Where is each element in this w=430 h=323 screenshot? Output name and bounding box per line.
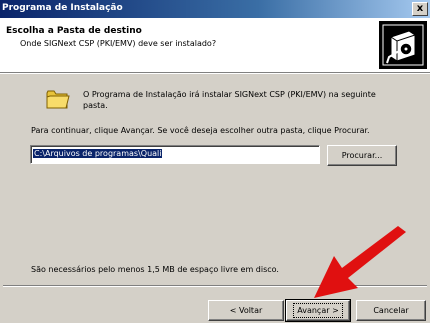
back-button[interactable]: < Voltar [208,300,284,321]
page-title: Escolha a Pasta de destino [6,26,142,36]
red-arrow-annotation [314,226,406,298]
browse-button[interactable]: Procurar... [327,145,397,166]
page-subtitle: Onde SIGNext CSP (PKI/EMV) deve ser inst… [20,39,217,48]
wizard-header: Escolha a Pasta de destino Onde SIGNext … [0,18,430,73]
continue-instructions: Para continuar, clique Avançar. Se você … [31,126,370,135]
destination-path-value: C:\Arquivos de programas\Quali [33,149,163,158]
folder-icon [46,90,70,109]
disk-space-note: São necessários pelo menos 1,5 MB de esp… [31,265,279,274]
close-button[interactable]: x [412,2,428,16]
header-divider [0,73,430,74]
setup-window: Programa de Instalação x Escolha a Pasta… [0,0,430,323]
destination-path-field[interactable]: C:\Arquivos de programas\Quali [30,145,320,164]
window-title: Programa de Instalação [2,3,123,13]
next-button-label: Avançar > [293,303,343,318]
title-bar[interactable]: Programa de Instalação x [0,0,430,18]
intro-text: O Programa de Instalação irá instalar SI… [83,90,376,110]
installer-icon [379,21,427,69]
close-icon: x [416,3,424,14]
